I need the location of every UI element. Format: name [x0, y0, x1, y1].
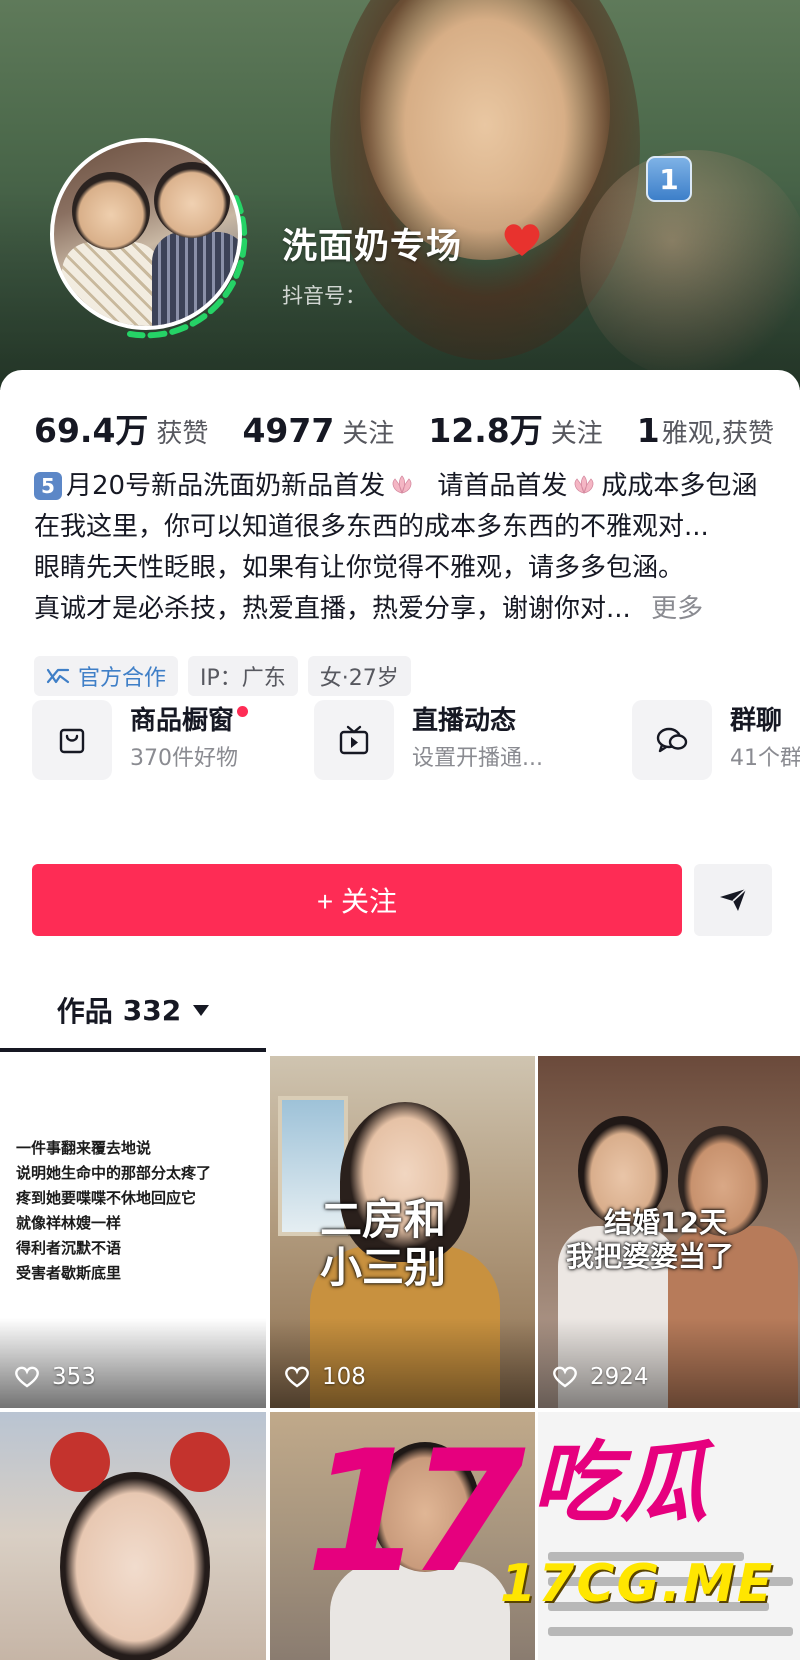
stat-followers-value[interactable]: 12.8万 — [428, 404, 542, 448]
handshake-icon — [46, 668, 70, 684]
number-5-icon: 5 — [34, 472, 62, 500]
video-tile[interactable]: 二房和 小三别 108 — [270, 1056, 535, 1408]
bio-line-1: 5 月20号新品洗面奶新品首发 请首品首发 成成本多包涵 — [34, 466, 794, 507]
stat-likes-label[interactable]: 获赞 — [156, 413, 208, 448]
video-caption: 一件事翻来覆去地说 说明她生命中的那部分太疼了 疼到她要喋喋不休地回应它 就像祥… — [16, 1139, 212, 1282]
feature-row: 商品橱窗 370件好物 直播动态 设置开播通... 群聊 41个群 — [32, 700, 800, 780]
video-tile[interactable]: 一件事翻来覆去地说 说明她生命中的那部分太疼了 疼到她要喋喋不休地回应它 就像祥… — [0, 1056, 266, 1408]
chat-bubble-icon — [632, 700, 712, 780]
follow-button[interactable]: + 关注 — [32, 864, 682, 936]
avatar-image — [50, 138, 242, 330]
video-caption: 结婚12天 我把婆婆当了 — [566, 1206, 735, 1273]
bio-text-1b: 请首品首发 — [437, 471, 568, 501]
send-arrow-icon — [720, 888, 747, 911]
lotus-icon — [392, 475, 412, 494]
stat-following-label[interactable]: 关注 — [342, 413, 394, 448]
tv-play-icon — [314, 700, 394, 780]
bio-text-1c: 成成本多包涵 — [601, 471, 758, 501]
video-likes: 108 — [284, 1364, 366, 1390]
video-tile[interactable] — [270, 1412, 535, 1660]
stat-likes-value[interactable]: 69.4万 — [34, 404, 148, 448]
avatar[interactable] — [40, 128, 260, 348]
feature-live-updates[interactable]: 直播动态 设置开播通... — [314, 700, 543, 780]
bio-line-4: 真诚才是必杀技，热爱直播，热爱分享，谢谢你对... 更多 — [34, 589, 794, 630]
stats-row: 69.4万 获赞 4977 关注 12.8万 关注 1 雅观,获赞 — [34, 404, 794, 448]
feature-shop-sub: 370件好物 — [130, 746, 238, 771]
official-cooperation-label: 官方合作 — [78, 666, 167, 691]
tag-row: 官方合作 IP：广东 女·27岁 — [34, 656, 411, 696]
feature-group-chat[interactable]: 群聊 41个群 — [632, 700, 800, 780]
bio-text-4: 真诚才是必杀技，热爱直播，热爱分享，谢谢你对... — [34, 594, 631, 624]
video-likes: 353 — [14, 1364, 96, 1390]
caret-down-icon — [193, 1004, 210, 1016]
video-caption: 二房和 小三别 — [320, 1195, 447, 1292]
feature-shop-window[interactable]: 商品橱窗 370件好物 — [32, 700, 249, 780]
tab-works-count: 332 — [122, 993, 182, 1027]
heart-icon — [504, 224, 540, 256]
bio-text-1a: 月20号新品洗面奶新品首发 — [66, 471, 386, 501]
profile-banner: 1 洗面奶专场 抖音号： — [0, 0, 800, 390]
tab-indicator — [0, 1048, 266, 1052]
lotus-icon — [575, 475, 594, 494]
notification-dot — [237, 706, 249, 717]
video-tile[interactable]: 结婚12天 我把婆婆当了 2924 — [538, 1056, 800, 1408]
stat-followers-label[interactable]: 关注 — [551, 413, 603, 448]
feature-live-title: 直播动态 — [412, 706, 517, 736]
heart-outline-icon — [553, 1366, 577, 1388]
bio-more-link[interactable]: 更多 — [651, 594, 703, 624]
feature-live-sub: 设置开播通... — [412, 746, 543, 771]
stat-following-value[interactable]: 4977 — [242, 411, 334, 448]
stat-extra-value: 1 — [636, 411, 660, 448]
video-tile[interactable] — [0, 1412, 266, 1660]
nickname: 洗面奶专场 — [282, 227, 463, 267]
feature-chat-title: 群聊 — [730, 706, 783, 736]
shopping-bag-icon — [32, 700, 112, 780]
gender-age-tag: 女·27岁 — [307, 656, 411, 696]
feature-chat-sub: 41个群 — [730, 746, 800, 771]
tab-works-label: 作品 — [56, 995, 113, 1028]
video-tile[interactable] — [538, 1412, 800, 1660]
bio-line-3: 眼睛先天性眨眼，如果有让你觉得不雅观，请多多包涵。 — [34, 553, 685, 583]
number-badge: 1 — [646, 156, 692, 202]
share-button[interactable] — [694, 864, 772, 936]
douyin-id[interactable]: 抖音号： — [282, 280, 366, 310]
heart-outline-icon — [285, 1366, 309, 1388]
heart-outline-icon — [15, 1366, 39, 1388]
official-cooperation-tag[interactable]: 官方合作 — [34, 656, 179, 696]
tab-works[interactable]: 作品 332 — [0, 970, 266, 1050]
bio[interactable]: 5 月20号新品洗面奶新品首发 请首品首发 成成本多包涵 在我这里，你可以知道很多东… — [34, 466, 794, 630]
video-likes: 2924 — [552, 1364, 649, 1390]
bio-line-2: 在我这里，你可以知道很多东西的成本多东西的不雅观对... — [34, 512, 709, 542]
ip-location-tag: IP：广东 — [188, 656, 298, 696]
video-grid: 一件事翻来覆去地说 说明她生命中的那部分太疼了 疼到她要喋喋不休地回应它 就像祥… — [0, 1056, 800, 1660]
stat-extra-label: 雅观,获赞 — [661, 419, 774, 448]
feature-shop-title: 商品橱窗 — [130, 706, 235, 736]
